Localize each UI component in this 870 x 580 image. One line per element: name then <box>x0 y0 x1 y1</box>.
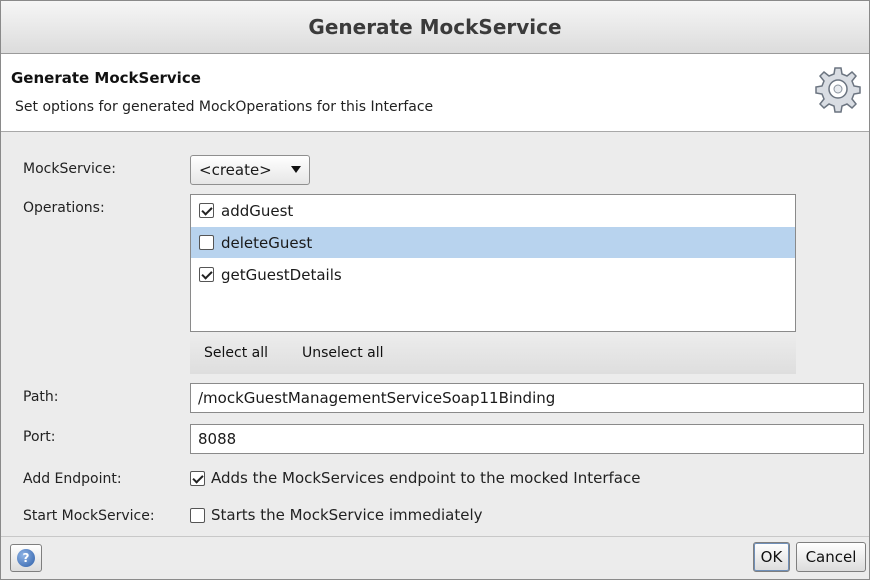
mockservice-label: MockService: <box>23 161 116 177</box>
ok-button[interactable]: OK <box>753 542 790 572</box>
start-mockservice-label: Start MockService: <box>23 508 155 524</box>
operation-checkbox[interactable] <box>199 267 214 282</box>
chevron-down-icon <box>291 166 301 173</box>
generate-mockservice-dialog: Generate MockService Generate MockServic… <box>0 0 870 580</box>
operation-label: deleteGuest <box>221 233 313 252</box>
port-input-value: 8088 <box>198 430 237 448</box>
dialog-header: Generate MockService Set options for gen… <box>1 54 869 132</box>
port-input[interactable]: 8088 <box>190 424 864 454</box>
operation-checkbox[interactable] <box>199 235 214 250</box>
window-title: Generate MockService <box>308 15 562 39</box>
mockservice-select[interactable]: <create> <box>190 155 310 185</box>
path-input-value: /mockGuestManagementServiceSoap11Binding <box>198 389 556 407</box>
port-label: Port: <box>23 429 56 445</box>
footer-divider <box>1 536 869 537</box>
operation-checkbox[interactable] <box>199 203 214 218</box>
add-endpoint-option[interactable]: Adds the MockServices endpoint to the mo… <box>190 469 640 487</box>
start-mockservice-checkbox[interactable] <box>190 507 205 523</box>
cancel-button[interactable]: Cancel <box>796 542 866 572</box>
header-title: Generate MockService <box>11 69 201 87</box>
path-label: Path: <box>23 389 59 405</box>
window-titlebar: Generate MockService <box>1 1 869 54</box>
start-mockservice-option[interactable]: Starts the MockService immediately <box>190 506 483 524</box>
select-all-button[interactable]: Select all <box>204 345 268 361</box>
start-mockservice-text: Starts the MockService immediately <box>211 506 483 524</box>
operations-list: addGuest deleteGuest getGuestDetails <box>190 194 796 332</box>
header-description: Set options for generated MockOperations… <box>15 99 434 115</box>
list-item[interactable]: getGuestDetails <box>191 259 795 290</box>
path-input[interactable]: /mockGuestManagementServiceSoap11Binding <box>190 383 864 413</box>
list-item[interactable]: deleteGuest <box>191 227 795 258</box>
operation-label: addGuest <box>221 201 294 220</box>
add-endpoint-text: Adds the MockServices endpoint to the mo… <box>211 469 641 487</box>
unselect-all-button[interactable]: Unselect all <box>302 345 384 361</box>
help-icon: ? <box>17 549 35 567</box>
selection-toolbar: Select all Unselect all <box>190 334 796 374</box>
add-endpoint-label: Add Endpoint: <box>23 471 122 487</box>
mockservice-select-value: <create> <box>199 161 272 179</box>
operation-label: getGuestDetails <box>221 265 342 284</box>
help-button[interactable]: ? <box>10 544 42 572</box>
add-endpoint-checkbox[interactable] <box>190 470 205 486</box>
gear-icon <box>815 67 861 113</box>
list-item[interactable]: addGuest <box>191 195 795 226</box>
operations-label: Operations: <box>23 200 105 216</box>
